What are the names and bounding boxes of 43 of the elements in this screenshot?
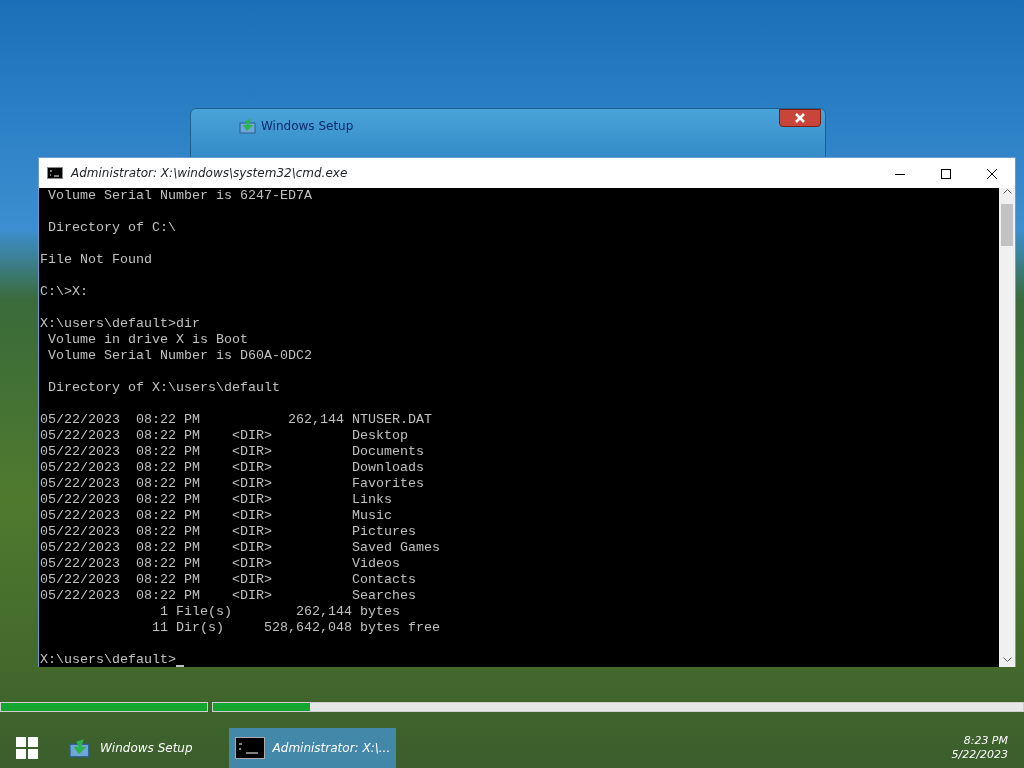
console-line: Directory of C:\ xyxy=(47,220,176,235)
scroll-up-icon[interactable] xyxy=(1002,188,1012,194)
console-line: 05/22/2023 08:22 PM <DIR> Music xyxy=(40,508,392,523)
clock-date: 5/22/2023 xyxy=(951,748,1008,762)
console-line: 05/22/2023 08:22 PM <DIR> Searches xyxy=(40,588,416,603)
taskbar-button[interactable]: Windows Setup xyxy=(62,728,199,768)
console-line: 05/22/2023 08:22 PM 262,144 NTUSER.DAT xyxy=(40,412,432,427)
setup-icon xyxy=(68,738,92,758)
console-line: 05/22/2023 08:22 PM <DIR> Documents xyxy=(40,444,424,459)
console-line: Volume in drive X is Boot xyxy=(47,332,248,347)
console-icon xyxy=(47,167,63,179)
console-line: 05/22/2023 08:22 PM <DIR> Links xyxy=(40,492,392,507)
console-line: Directory of X:\users\default xyxy=(47,380,280,395)
console-line: 05/22/2023 08:22 PM <DIR> Pictures xyxy=(40,524,416,539)
scroll-down-icon[interactable] xyxy=(1002,657,1012,663)
clock-time: 8:23 PM xyxy=(962,734,1008,748)
scrollbar-thumb[interactable] xyxy=(1001,204,1013,246)
window-title: Windows Setup xyxy=(261,118,354,135)
scrollbar[interactable] xyxy=(999,188,1015,667)
console-line: 1 File(s) 262,144 bytes xyxy=(158,604,400,619)
console-line: 05/22/2023 08:22 PM <DIR> Desktop xyxy=(40,428,408,443)
console-icon xyxy=(234,737,265,759)
start-icon[interactable] xyxy=(16,737,38,759)
console-line: 05/22/2023 08:22 PM <DIR> Contacts xyxy=(40,572,416,587)
window-title: Administrator: X:\windows\system32\cmd.exe xyxy=(71,165,349,182)
console-line: X:\users\default>dir xyxy=(40,316,200,331)
text-cursor xyxy=(176,665,184,667)
console-line: C:\>X: xyxy=(40,284,88,299)
command-prompt: X:\users\default> xyxy=(40,652,176,667)
close-icon xyxy=(987,168,997,179)
console-line: Volume Serial Number is 6247-ED7A xyxy=(47,188,312,203)
console-line: 05/22/2023 08:22 PM <DIR> Downloads xyxy=(40,460,424,475)
setup-icon xyxy=(239,118,257,134)
console-line: 05/22/2023 08:22 PM <DIR> Favorites xyxy=(40,476,424,491)
close-button[interactable] xyxy=(779,109,821,127)
taskbar-button[interactable]: Administrator: X:\... xyxy=(228,728,397,768)
console-line: 05/22/2023 08:22 PM <DIR> Videos xyxy=(40,556,400,571)
maximize-icon xyxy=(941,168,951,179)
console-line: 05/22/2023 08:22 PM <DIR> Saved Games xyxy=(40,540,440,555)
console-line: 11 Dir(s) 528,642,048 bytes free xyxy=(150,620,440,635)
console-line: File Not Found xyxy=(40,252,152,267)
console-line: Volume Serial Number is D60A-0DC2 xyxy=(47,348,312,363)
close-icon xyxy=(795,113,805,123)
